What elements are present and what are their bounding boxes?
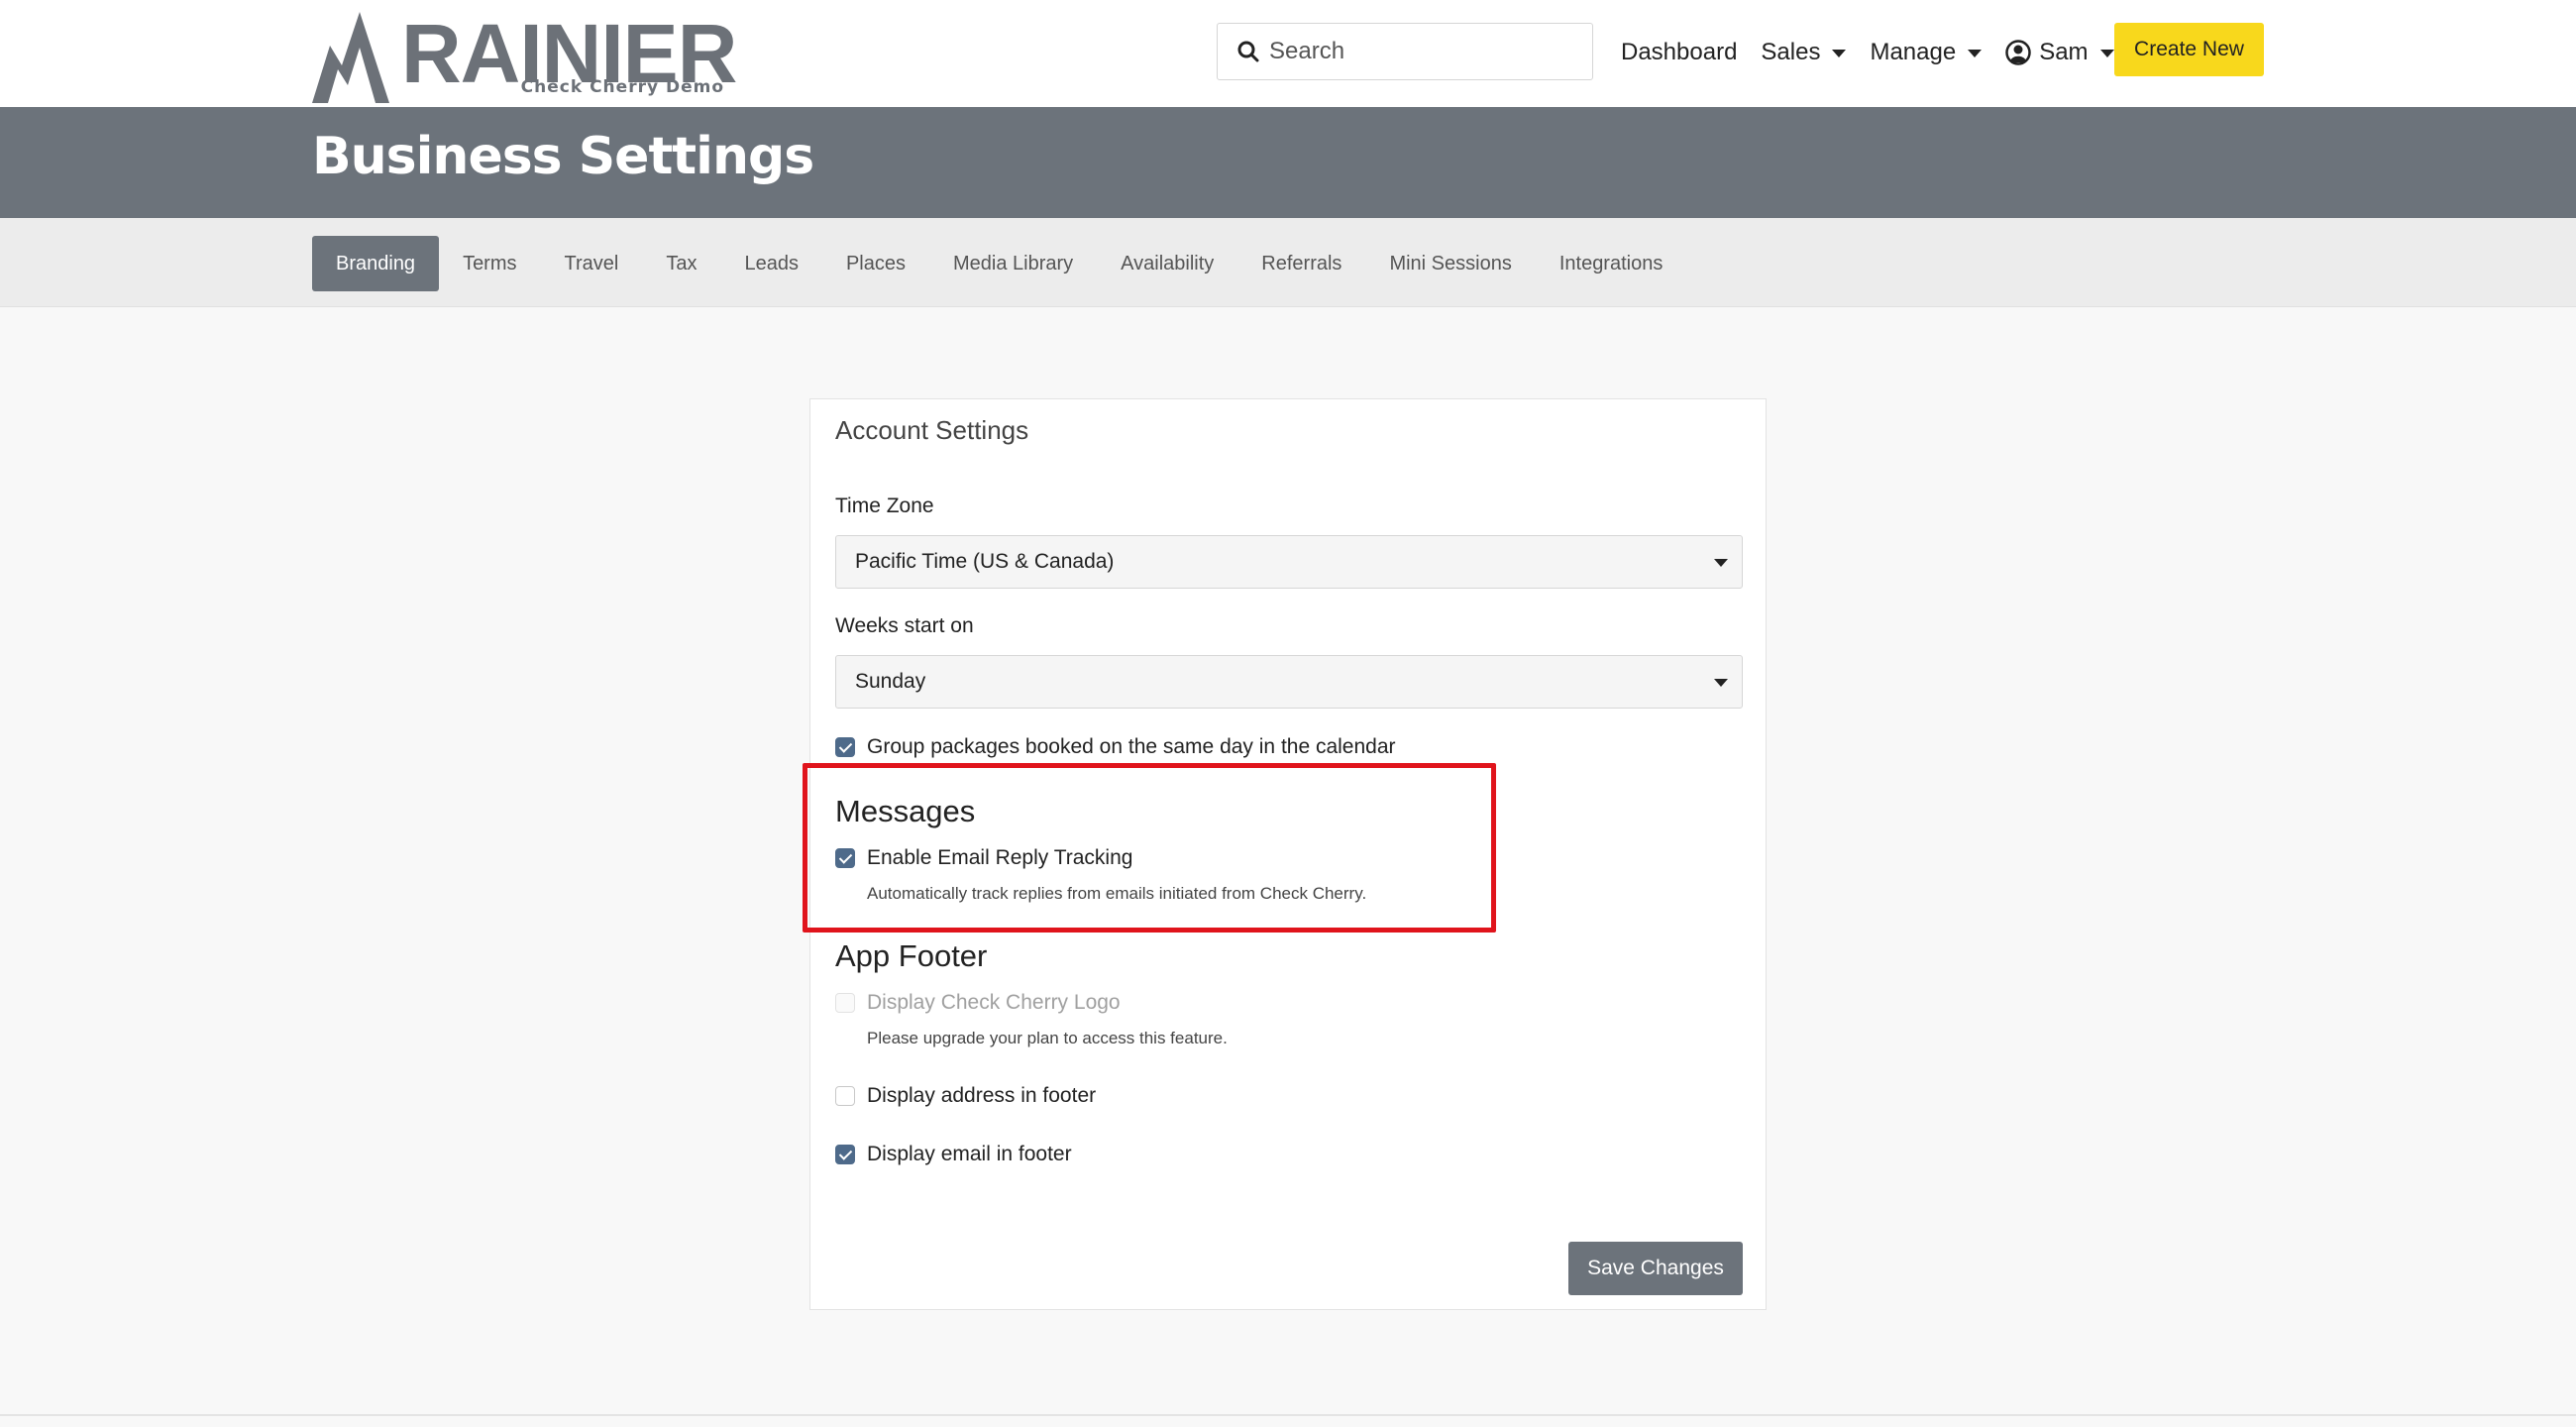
- nav-user-label: Sam: [2039, 39, 2089, 65]
- time-zone-value: Pacific Time (US & Canada): [855, 550, 1115, 573]
- tab-leads[interactable]: Leads: [720, 236, 822, 291]
- tab-availability[interactable]: Availability: [1097, 236, 1237, 291]
- tab-mini-sessions[interactable]: Mini Sessions: [1365, 236, 1535, 291]
- display-email-option[interactable]: Display email in footer: [835, 1143, 1072, 1166]
- nav-sales-label: Sales: [1761, 39, 1821, 65]
- display-email-label: Display email in footer: [867, 1143, 1072, 1165]
- display-address-checkbox[interactable]: [835, 1086, 855, 1106]
- time-zone-label: Time Zone: [835, 494, 934, 517]
- nav-manage-label: Manage: [1870, 39, 1957, 65]
- messages-section-title: Messages: [835, 794, 976, 828]
- email-reply-tracking-label: Enable Email Reply Tracking: [867, 846, 1133, 869]
- search-icon: [1237, 41, 1259, 62]
- tab-tax[interactable]: Tax: [642, 236, 720, 291]
- group-packages-label: Group packages booked on the same day in…: [867, 735, 1396, 758]
- brand-logo[interactable]: RAINIER Check Cherry Demo: [312, 6, 737, 103]
- page-title: Business Settings: [312, 127, 814, 186]
- tab-terms[interactable]: Terms: [439, 236, 540, 291]
- tab-branding[interactable]: Branding: [312, 236, 440, 291]
- display-logo-checkbox: [835, 993, 855, 1013]
- tab-referrals[interactable]: Referrals: [1237, 236, 1365, 291]
- card-title: Account Settings: [835, 415, 1029, 445]
- nav-dashboard[interactable]: Dashboard: [1621, 39, 1737, 66]
- create-new-button[interactable]: Create New: [2114, 23, 2264, 76]
- caret-down-icon: [1714, 679, 1728, 687]
- display-address-label: Display address in footer: [867, 1084, 1097, 1107]
- caret-down-icon: [2099, 50, 2114, 57]
- account-settings-card: Account Settings Time Zone Pacific Time …: [809, 398, 1767, 1310]
- app-footer-section-title: App Footer: [835, 938, 988, 973]
- brand-tagline: Check Cherry Demo: [520, 77, 724, 97]
- group-packages-option[interactable]: Group packages booked on the same day in…: [835, 735, 1396, 759]
- tab-travel[interactable]: Travel: [541, 236, 643, 291]
- display-logo-help: Please upgrade your plan to access this …: [867, 1029, 1228, 1047]
- nav-sales-dropdown[interactable]: Sales: [1761, 39, 1847, 66]
- caret-down-icon: [1832, 50, 1847, 57]
- email-reply-tracking-help: Automatically track replies from emails …: [867, 884, 1367, 903]
- weeks-start-label: Weeks start on: [835, 614, 974, 637]
- weeks-start-value: Sunday: [855, 670, 926, 693]
- nav-manage-dropdown[interactable]: Manage: [1870, 39, 1983, 66]
- display-logo-label: Display Check Cherry Logo: [867, 991, 1121, 1014]
- main-nav: Dashboard Sales Manage Sam: [1621, 24, 2138, 81]
- display-address-option[interactable]: Display address in footer: [835, 1084, 1096, 1108]
- caret-down-icon: [1968, 50, 1983, 57]
- tab-media-library[interactable]: Media Library: [929, 236, 1097, 291]
- settings-tabs: Branding Terms Travel Tax Leads Places M…: [312, 236, 1686, 291]
- email-reply-tracking-checkbox[interactable]: [835, 848, 855, 868]
- display-logo-option: Display Check Cherry Logo: [835, 991, 1121, 1015]
- mountain-logo-icon: [312, 12, 389, 103]
- display-email-checkbox[interactable]: [835, 1145, 855, 1164]
- caret-down-icon: [1714, 559, 1728, 567]
- user-circle-icon: [2005, 40, 2031, 65]
- weeks-start-select[interactable]: Sunday: [835, 655, 1743, 709]
- tab-places[interactable]: Places: [822, 236, 929, 291]
- tab-integrations[interactable]: Integrations: [1536, 236, 1687, 291]
- nav-user-dropdown[interactable]: Sam: [2005, 39, 2114, 66]
- settings-tabs-bar: Branding Terms Travel Tax Leads Places M…: [0, 218, 2576, 307]
- top-navbar: RAINIER Check Cherry Demo Dashboard Sale…: [0, 0, 2576, 107]
- search-box[interactable]: [1217, 23, 1593, 80]
- search-input[interactable]: [1269, 38, 1586, 65]
- footer-divider: [0, 1414, 2576, 1416]
- time-zone-select[interactable]: Pacific Time (US & Canada): [835, 535, 1743, 589]
- save-changes-button[interactable]: Save Changes: [1568, 1242, 1743, 1295]
- group-packages-checkbox[interactable]: [835, 737, 855, 757]
- page-header: Business Settings: [0, 107, 2576, 218]
- nav-dashboard-label: Dashboard: [1621, 39, 1738, 65]
- email-reply-tracking-option[interactable]: Enable Email Reply Tracking: [835, 846, 1132, 870]
